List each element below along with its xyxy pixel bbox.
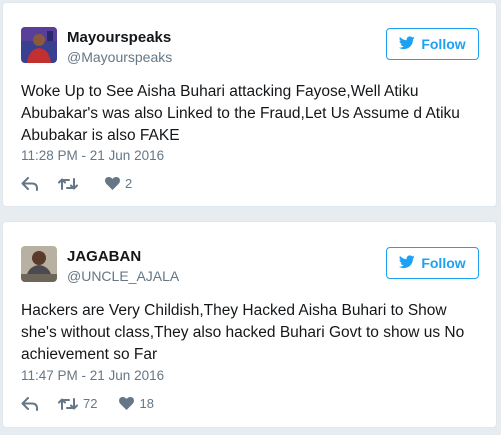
follow-button[interactable]: Follow	[386, 28, 479, 60]
retweet-button[interactable]	[58, 177, 83, 191]
display-name[interactable]: JAGABAN	[67, 248, 141, 265]
twitter-bird-icon	[399, 254, 416, 272]
like-count: 2	[125, 176, 133, 191]
reply-icon	[21, 396, 39, 411]
like-count: 18	[139, 396, 154, 411]
tweet-actions: 2	[21, 176, 132, 191]
display-name[interactable]: Mayourspeaks	[67, 29, 171, 46]
tweet-timestamp[interactable]: 11:47 PM - 21 Jun 2016	[21, 368, 164, 383]
reply-button[interactable]	[21, 176, 41, 191]
avatar[interactable]	[21, 27, 57, 63]
tweet-timestamp[interactable]: 11:28 PM - 21 Jun 2016	[21, 148, 164, 163]
follow-label: Follow	[421, 255, 466, 271]
tweet-text: Hackers are Very Childish,They Hacked Ai…	[21, 302, 465, 363]
tweet-text: Woke Up to See Aisha Buhari attacking Fa…	[21, 83, 460, 144]
heart-icon	[105, 177, 120, 190]
retweet-icon	[58, 177, 78, 191]
tweet-card: Mayourspeaks @Mayourspeaks Follow Woke U…	[2, 2, 497, 207]
retweet-button[interactable]: 72	[58, 396, 97, 411]
avatar[interactable]	[21, 246, 57, 282]
like-button[interactable]: 18	[119, 396, 154, 411]
heart-icon	[119, 397, 135, 410]
reply-button[interactable]	[21, 396, 41, 411]
user-handle[interactable]: @UNCLE_AJALA	[67, 268, 179, 284]
reply-icon	[21, 176, 39, 191]
tweet-card: JAGABAN @UNCLE_AJALA Follow Hackers are …	[2, 221, 497, 428]
user-handle[interactable]: @Mayourspeaks	[67, 49, 172, 65]
follow-label: Follow	[421, 36, 466, 52]
retweet-count: 72	[83, 396, 98, 411]
tweet-actions: 72 18	[21, 396, 154, 411]
follow-button[interactable]: Follow	[386, 247, 479, 279]
like-button[interactable]: 2	[105, 176, 132, 191]
twitter-bird-icon	[399, 35, 416, 53]
retweet-icon	[58, 397, 78, 411]
